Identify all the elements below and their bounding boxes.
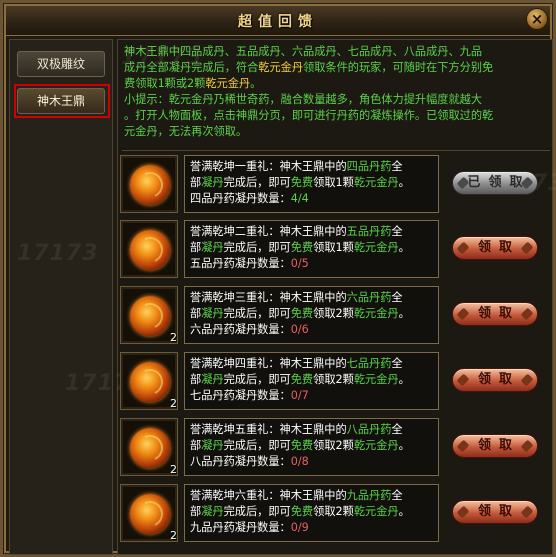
reward-line: 誉满乾坤六重礼：神木王鼎中的九品丹药全 [190, 489, 403, 502]
sidebar: 双极雕纹 神木王鼎 [9, 39, 113, 555]
reward-row: 誉满乾坤一重礼：神木王鼎中的四品丹药全 部凝丹完成后，即可免费领取1颗乾元金丹。四… [120, 155, 547, 213]
window-title: 超值回馈 [238, 13, 318, 30]
reward-row: 2 誉满乾坤六重礼：神木王鼎中的九品丹药全 部凝丹完成后，即可免费领取2颗乾元金丹。… [120, 484, 547, 542]
progress-line: 五品丹药凝丹数量：0/5 [190, 257, 309, 270]
desc-line: 成丹全部凝丹完成后，符合乾元金丹领取条件的玩家，可随时在下方分别免 [124, 61, 494, 74]
item-slot[interactable]: 2 [120, 418, 178, 476]
reward-line: 部凝丹完成后，即可免费领取2颗乾元金丹。 [190, 439, 410, 452]
reward-line: 誉满乾坤四重礼：神木王鼎中的七品丹药全 [190, 357, 403, 370]
reward-line: 誉满乾坤五重礼：神木王鼎中的八品丹药全 [190, 423, 403, 436]
reward-info: 誉满乾坤五重礼：神木王鼎中的八品丹药全 部凝丹完成后，即可免费领取2颗乾元金丹。八… [184, 418, 439, 476]
event-description: 神木王鼎中四品成丹、五品成丹、六品成丹、七品成丹、八品成丹、九品 成丹全部凝丹完… [124, 44, 548, 140]
reward-line: 部凝丹完成后，即可免费领取2颗乾元金丹。 [190, 505, 410, 518]
progress-line: 六品丹药凝丹数量：0/6 [190, 323, 309, 336]
desc-line: 费领取1颗或2颗乾元金丹。 [124, 77, 262, 90]
item-slot[interactable] [120, 155, 178, 213]
reward-line: 誉满乾坤三重礼：神木王鼎中的六品丹药全 [190, 291, 403, 304]
item-count: 2 [170, 331, 177, 344]
close-button[interactable]: × [526, 8, 548, 30]
progress-value: 0/5 [290, 257, 309, 270]
reward-row: 2 誉满乾坤三重礼：神木王鼎中的六品丹药全 部凝丹完成后，即可免费领取2颗乾元金丹。… [120, 286, 547, 344]
claimed-button[interactable]: 已领取 [452, 171, 538, 195]
item-slot[interactable]: 2 [120, 484, 178, 542]
desc-line: 神木王鼎中四品成丹、五品成丹、六品成丹、七品成丹、八品成丹、九品 [124, 45, 483, 58]
reward-info: 誉满乾坤六重礼：神木王鼎中的九品丹药全 部凝丹完成后，即可免费领取2颗乾元金丹。九… [184, 484, 439, 542]
progress-line: 七品丹药凝丹数量：0/7 [190, 389, 309, 402]
progress-value: 0/8 [290, 455, 309, 468]
item-count: 2 [170, 397, 177, 410]
divider [122, 150, 550, 151]
reward-line: 部凝丹完成后，即可免费领取2颗乾元金丹。 [190, 307, 410, 320]
desc-tip: 小提示：乾元金丹乃稀世奇药，融合数量越多，角色体力提升幅度就越大 [124, 93, 483, 106]
progress-value: 0/9 [290, 521, 309, 534]
sidebar-item-divine-cauldron[interactable]: 神木王鼎 [17, 88, 105, 114]
reward-row: 2 誉满乾坤五重礼：神木王鼎中的八品丹药全 部凝丹完成后，即可免费领取2颗乾元金丹。… [120, 418, 547, 476]
item-slot[interactable] [120, 220, 178, 278]
progress-line: 四品丹药凝丹数量：4/4 [190, 192, 309, 205]
item-count: 2 [170, 463, 177, 476]
reward-line: 誉满乾坤一重礼：神木王鼎中的四品丹药全 [190, 160, 403, 173]
progress-value: 4/4 [290, 192, 309, 205]
progress-line: 九品丹药凝丹数量：0/9 [190, 521, 309, 534]
item-slot[interactable]: 2 [120, 352, 178, 410]
desc-tip: 元金丹，无法再次领取。 [124, 125, 248, 138]
claim-button[interactable]: 领取 [452, 368, 538, 392]
claim-button[interactable]: 领取 [452, 500, 538, 524]
progress-value: 0/7 [290, 389, 309, 402]
title-bar[interactable]: 超值回馈 × [6, 6, 550, 36]
claim-button[interactable]: 领取 [452, 302, 538, 326]
progress-line: 八品丹药凝丹数量：0/8 [190, 455, 309, 468]
claim-button[interactable]: 领取 [452, 434, 538, 458]
sidebar-item-dual-carving[interactable]: 双极雕纹 [17, 51, 105, 77]
reward-line: 誉满乾坤二重礼：神木王鼎中的五品丹药全 [190, 225, 403, 238]
reward-row: 誉满乾坤二重礼：神木王鼎中的五品丹药全 部凝丹完成后，即可免费领取1颗乾元金丹。五… [120, 220, 547, 278]
item-slot[interactable]: 2 [120, 286, 178, 344]
reward-line: 部凝丹完成后，即可免费领取2颗乾元金丹。 [190, 373, 410, 386]
reward-info: 誉满乾坤一重礼：神木王鼎中的四品丹药全 部凝丹完成后，即可免费领取1颗乾元金丹。四… [184, 155, 439, 213]
item-count: 2 [170, 529, 177, 542]
reward-info: 誉满乾坤二重礼：神木王鼎中的五品丹药全 部凝丹完成后，即可免费领取1颗乾元金丹。五… [184, 220, 439, 278]
claim-button[interactable]: 领取 [452, 236, 538, 260]
reward-info: 誉满乾坤四重礼：神木王鼎中的七品丹药全 部凝丹完成后，即可免费领取2颗乾元金丹。七… [184, 352, 439, 410]
progress-value: 0/6 [290, 323, 309, 336]
reward-line: 部凝丹完成后，即可免费领取1颗乾元金丹。 [190, 176, 410, 189]
desc-tip: 。打开人物面板，点击神鼎分页，即可进行丹药的凝炼操作。已领取过的乾 [124, 109, 494, 122]
reward-line: 部凝丹完成后，即可免费领取1颗乾元金丹。 [190, 241, 410, 254]
reward-row: 2 誉满乾坤四重礼：神木王鼎中的七品丹药全 部凝丹完成后，即可免费领取2颗乾元金丹。… [120, 352, 547, 410]
reward-info: 誉满乾坤三重礼：神木王鼎中的六品丹药全 部凝丹完成后，即可免费领取2颗乾元金丹。六… [184, 286, 439, 344]
